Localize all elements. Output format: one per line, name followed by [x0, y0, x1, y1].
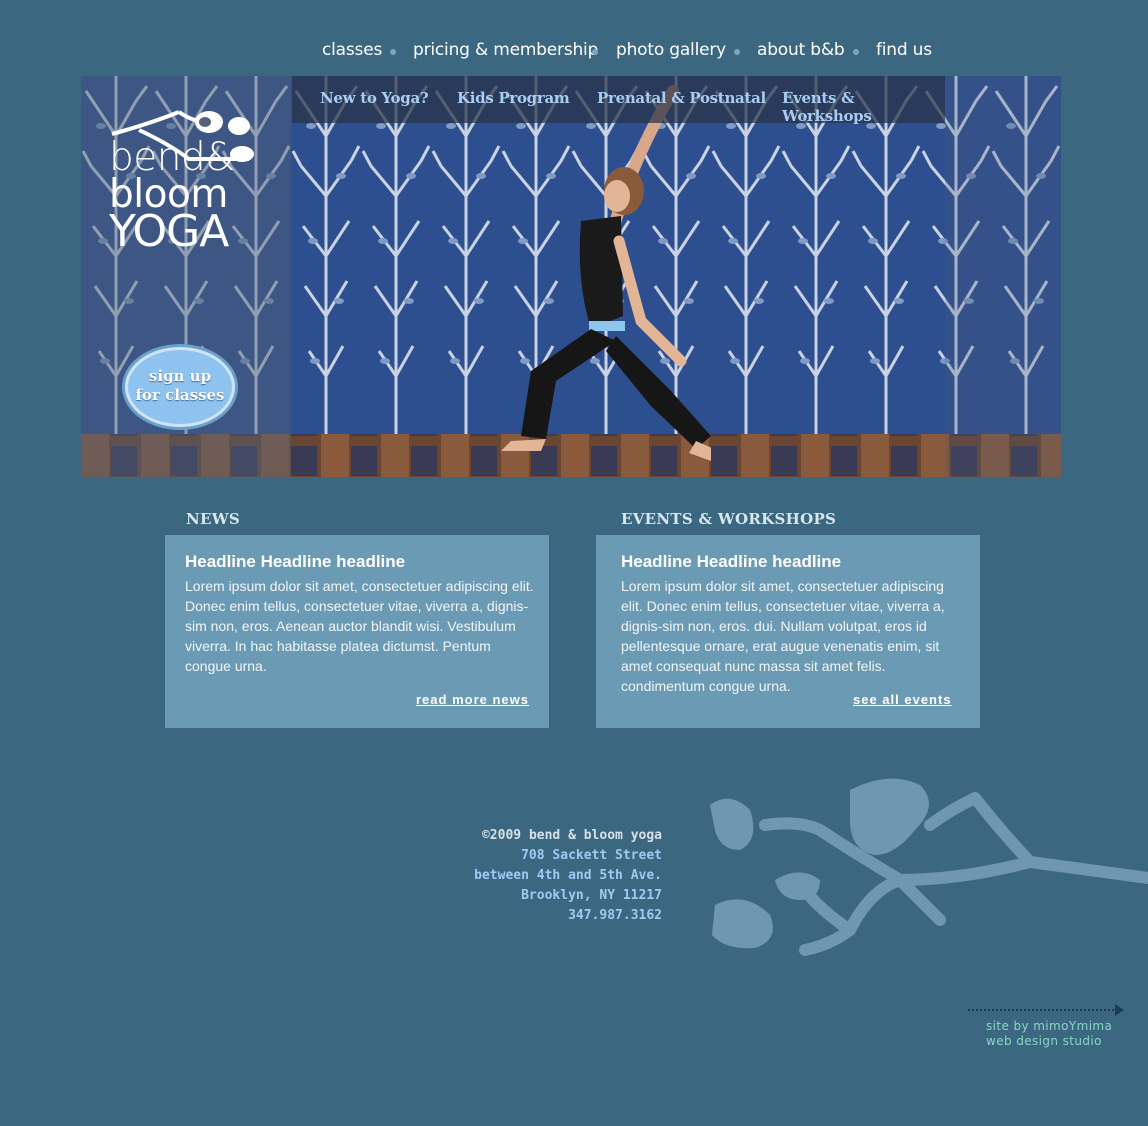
decorative-branch-icon	[710, 778, 1148, 956]
phone-number: 347.987.3162	[568, 908, 662, 923]
subnav-new-to-yoga[interactable]: New to Yoga?	[320, 89, 429, 107]
site-credit[interactable]: site by mimoYmima web design studio	[986, 1019, 1112, 1049]
cross-streets: between 4th and 5th Ave.	[474, 868, 662, 883]
news-headline[interactable]: Headline Headline headline	[185, 552, 405, 572]
top-nav: classes pricing & membership photo galle…	[300, 40, 960, 66]
events-headline[interactable]: Headline Headline headline	[621, 552, 841, 572]
nav-separator	[853, 49, 859, 55]
events-body: Lorem ipsum dolor sit amet, consectetuer…	[621, 578, 945, 694]
news-card: Headline Headline headline Lorem ipsum d…	[165, 535, 549, 728]
city-state-zip: Brooklyn, NY 11217	[521, 888, 662, 903]
signup-label-line1: sign up	[148, 367, 212, 385]
street-address: 708 Sackett Street	[521, 848, 662, 863]
copyright: ©2009 bend & bloom yoga	[481, 828, 662, 843]
credit-dotted-line	[968, 1009, 1118, 1011]
yoga-pose-image	[501, 85, 711, 461]
flower-branch-icon	[111, 110, 254, 162]
hero-banner: New to Yoga? Kids Program Prenatal & Pos…	[81, 76, 1061, 477]
nav-about[interactable]: about b&b	[757, 40, 845, 60]
read-more-news-link[interactable]: read more news	[416, 692, 529, 707]
signup-button[interactable]: sign up for classes	[125, 347, 235, 427]
logo-text-yoga: YOGA	[109, 206, 229, 257]
subnav-prenatal-postnatal[interactable]: Prenatal & Postnatal	[597, 89, 766, 107]
nav-separator	[390, 49, 396, 55]
credit-line1: site by mimoYmima	[986, 1019, 1113, 1033]
news-body: Lorem ipsum dolor sit amet, consectetuer…	[185, 578, 534, 674]
nav-separator	[734, 49, 740, 55]
site-logo[interactable]: bend& bloom YOGA	[109, 104, 259, 254]
sub-nav: New to Yoga? Kids Program Prenatal & Pos…	[292, 76, 945, 125]
nav-pricing-membership[interactable]: pricing & membership	[413, 40, 598, 60]
subnav-events-workshops[interactable]: Events & Workshops	[782, 89, 945, 125]
events-card: Headline Headline headline Lorem ipsum d…	[596, 535, 980, 728]
see-all-events-link[interactable]: see all events	[853, 692, 952, 707]
news-section-title: NEWS	[186, 510, 241, 528]
events-section-title: EVENTS & WORKSHOPS	[621, 510, 837, 528]
nav-classes[interactable]: classes	[322, 40, 382, 60]
arrow-right-icon	[1115, 1004, 1124, 1016]
nav-separator	[592, 49, 598, 55]
nav-photo-gallery[interactable]: photo gallery	[616, 40, 726, 60]
signup-label-line2: for classes	[135, 386, 225, 404]
footer-address: ©2009 bend & bloom yoga 708 Sackett Stre…	[420, 826, 662, 926]
credit-line2: web design studio	[986, 1034, 1102, 1048]
right-shade	[945, 76, 1061, 477]
subnav-kids-program[interactable]: Kids Program	[457, 89, 570, 107]
nav-find-us[interactable]: find us	[876, 40, 932, 60]
